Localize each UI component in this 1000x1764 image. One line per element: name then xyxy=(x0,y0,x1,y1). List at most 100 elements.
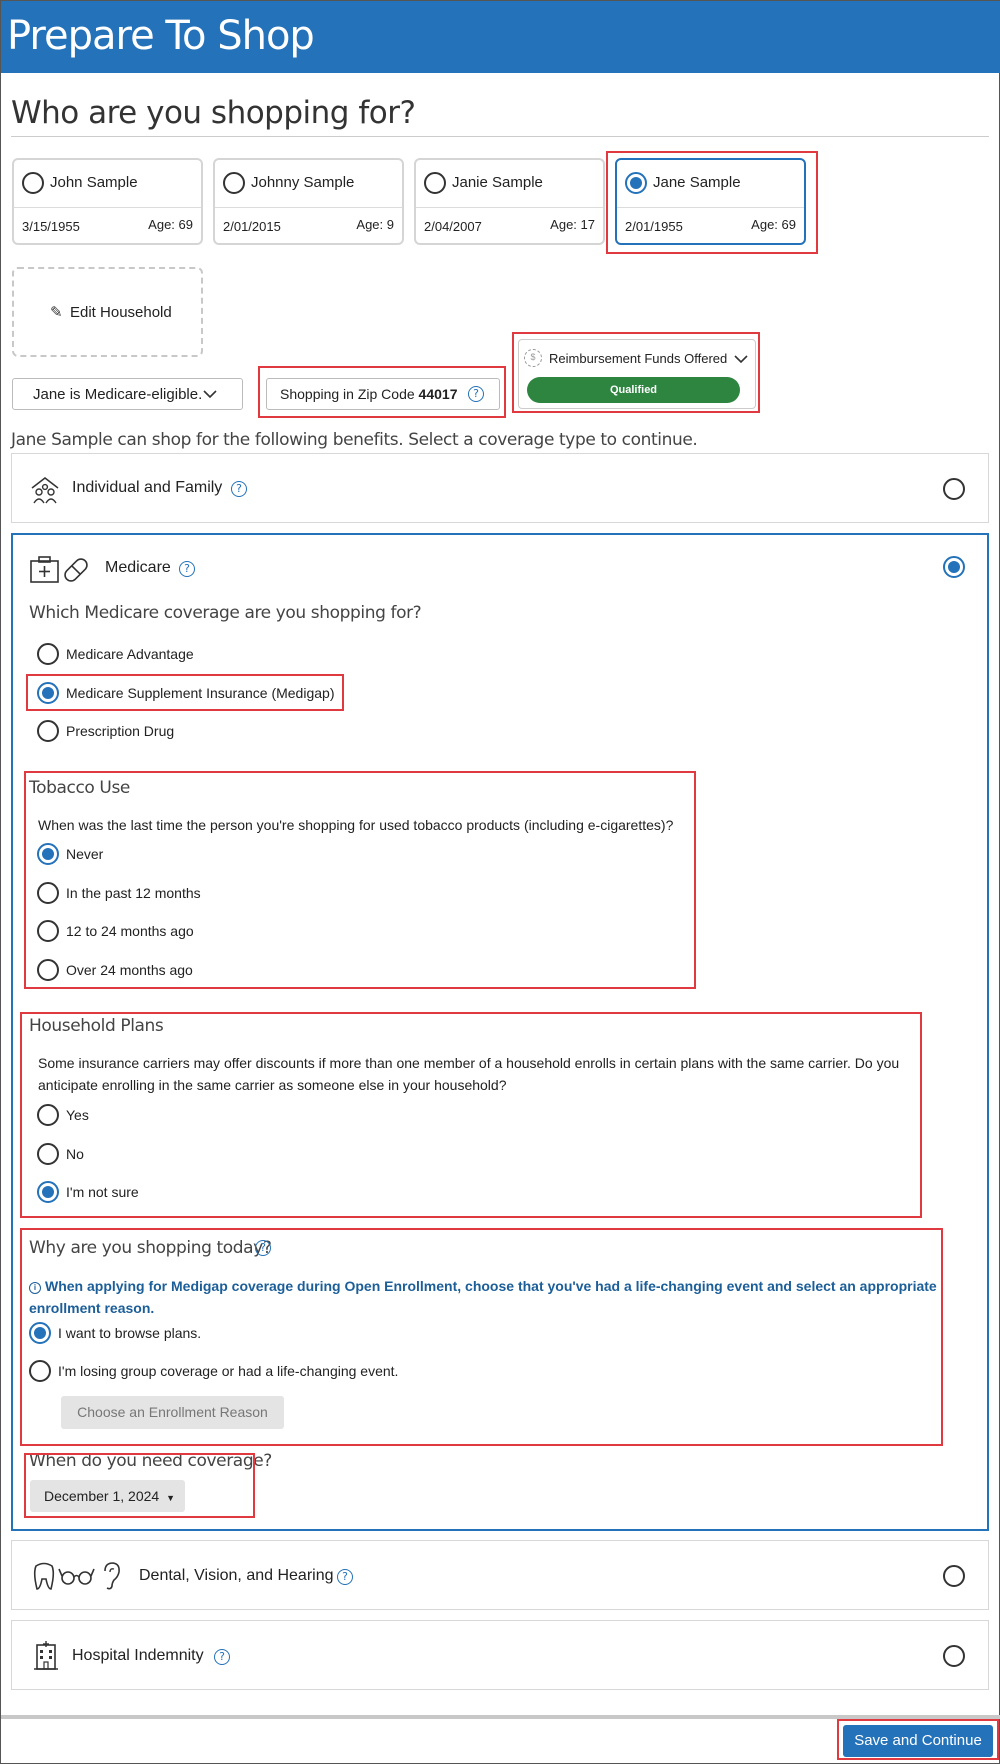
coverage-label: Medicare xyxy=(105,559,171,576)
eligibility-dropdown[interactable]: Jane is Medicare-eligible. xyxy=(12,378,243,410)
person-radio[interactable] xyxy=(424,172,446,194)
household-option-label[interactable]: I'm not sure xyxy=(66,1184,139,1200)
household-option-radio[interactable] xyxy=(37,1181,59,1203)
person-card-jane[interactable]: Jane Sample 2/01/1955 Age: 69 xyxy=(615,158,806,245)
person-card-john[interactable]: John Sample 3/15/1955 Age: 69 xyxy=(12,158,203,245)
person-age: Age: 69 xyxy=(148,217,193,232)
why-option-label[interactable]: I want to browse plans. xyxy=(58,1325,201,1341)
person-radio[interactable] xyxy=(223,172,245,194)
help-icon[interactable]: ? xyxy=(214,1649,230,1665)
page-title: Who are you shopping for? xyxy=(11,95,416,131)
why-option-radio[interactable] xyxy=(29,1322,51,1344)
medicare-option-radio[interactable] xyxy=(37,643,59,665)
reimbursement-dropdown[interactable]: $ Reimbursement Funds Offered Qualified xyxy=(518,339,756,409)
why-option-radio[interactable] xyxy=(29,1360,51,1382)
edit-icon: ✎ xyxy=(50,304,63,321)
info-icon: i xyxy=(29,1282,41,1294)
tooth-glasses-ear-icon xyxy=(33,1562,120,1590)
hospital-building-icon xyxy=(34,1641,58,1670)
dollar-coin-icon: $ xyxy=(524,349,542,367)
coverage-radio[interactable] xyxy=(943,478,965,500)
benefits-intro: Jane Sample can shop for the following b… xyxy=(11,430,698,450)
person-card-janie[interactable]: Janie Sample 2/04/2007 Age: 17 xyxy=(414,158,605,245)
tobacco-option-label[interactable]: Never xyxy=(66,846,103,862)
tobacco-option-radio[interactable] xyxy=(37,882,59,904)
person-radio[interactable] xyxy=(625,172,647,194)
qualified-badge: Qualified xyxy=(527,377,740,403)
tobacco-option-label[interactable]: In the past 12 months xyxy=(66,885,201,901)
coverage-label: Dental, Vision, and Hearing xyxy=(139,1567,334,1584)
coverage-date-value: December 1, 2024 xyxy=(44,1488,160,1504)
coverage-radio[interactable] xyxy=(943,1565,965,1587)
reimbursement-label: Reimbursement Funds Offered xyxy=(549,351,728,366)
household-question: Some insurance carriers may offer discou… xyxy=(38,1055,900,1093)
person-name: Johnny Sample xyxy=(251,174,355,191)
zip-code-value: 44017 xyxy=(418,386,458,402)
coverage-hospital-indemnity[interactable]: Hospital Indemnity ? xyxy=(11,1620,989,1690)
person-name: John Sample xyxy=(50,174,138,191)
tobacco-option-radio[interactable] xyxy=(37,959,59,981)
person-dob: 3/15/1955 xyxy=(22,219,80,234)
person-radio[interactable] xyxy=(22,172,44,194)
save-and-continue-button[interactable]: Save and Continue xyxy=(843,1725,993,1757)
tobacco-option-radio[interactable] xyxy=(37,920,59,942)
household-option-label[interactable]: No xyxy=(66,1146,84,1162)
person-card-header: Johnny Sample xyxy=(215,160,402,208)
household-heading: Household Plans xyxy=(29,1016,164,1036)
zip-label: Shopping in Zip Code 44017 xyxy=(280,386,458,402)
app-header: Prepare To Shop xyxy=(1,1,1000,73)
help-icon[interactable]: ? xyxy=(255,1240,271,1256)
header-title: Prepare To Shop xyxy=(7,13,315,59)
medicare-option-label[interactable]: Prescription Drug xyxy=(66,723,174,739)
coverage-dental-vision-hearing[interactable]: Dental, Vision, and Hearing ? xyxy=(11,1540,989,1610)
person-card-header: John Sample xyxy=(14,160,201,208)
medical-kit-pill-icon xyxy=(30,556,88,583)
medicare-option-label[interactable]: Medicare Advantage xyxy=(66,646,194,662)
household-option-radio[interactable] xyxy=(37,1104,59,1126)
zip-code-button[interactable]: Shopping in Zip Code 44017 ? xyxy=(266,378,500,410)
edit-household-button[interactable]: ✎ Edit Household xyxy=(12,267,203,357)
tobacco-option-label[interactable]: 12 to 24 months ago xyxy=(66,923,194,939)
eligibility-label: Jane is Medicare-eligible. xyxy=(33,386,203,403)
coverage-individual-family[interactable]: Individual and Family ? xyxy=(11,453,989,523)
tobacco-option-radio[interactable] xyxy=(37,843,59,865)
coverage-date-heading: When do you need coverage? xyxy=(29,1451,272,1471)
footer-divider xyxy=(1,1715,1000,1719)
person-dob: 2/01/1955 xyxy=(625,219,683,234)
person-dob: 2/01/2015 xyxy=(223,219,281,234)
coverage-radio[interactable] xyxy=(943,1645,965,1667)
chevron-down-icon xyxy=(734,355,748,364)
person-age: Age: 17 xyxy=(550,217,595,232)
coverage-radio[interactable] xyxy=(943,556,965,578)
why-shopping-heading: Why are you shopping today? xyxy=(29,1238,272,1258)
divider xyxy=(11,136,989,137)
medicare-question: Which Medicare coverage are you shopping… xyxy=(29,603,422,623)
medicare-option-radio[interactable] xyxy=(37,720,59,742)
person-dob: 2/04/2007 xyxy=(424,219,482,234)
help-icon[interactable]: ? xyxy=(231,481,247,497)
help-icon[interactable]: ? xyxy=(468,386,484,402)
help-icon[interactable]: ? xyxy=(179,561,195,577)
household-option-label[interactable]: Yes xyxy=(66,1107,89,1123)
person-age: Age: 9 xyxy=(356,217,394,232)
why-option-label[interactable]: I'm losing group coverage or had a life-… xyxy=(58,1363,398,1379)
chevron-down-icon xyxy=(203,390,217,399)
medicare-option-radio[interactable] xyxy=(37,682,59,704)
family-icon xyxy=(31,477,59,504)
person-card-johnny[interactable]: Johnny Sample 2/01/2015 Age: 9 xyxy=(213,158,404,245)
coverage-label: Hospital Indemnity xyxy=(72,1647,204,1664)
choose-enrollment-reason-button[interactable]: Choose an Enrollment Reason xyxy=(61,1396,284,1429)
person-name: Janie Sample xyxy=(452,174,543,191)
tobacco-heading: Tobacco Use xyxy=(29,778,130,798)
edit-household-label: Edit Household xyxy=(70,304,172,321)
household-option-radio[interactable] xyxy=(37,1143,59,1165)
person-card-header: Jane Sample xyxy=(617,160,804,208)
person-card-header: Janie Sample xyxy=(416,160,603,208)
medicare-option-label[interactable]: Medicare Supplement Insurance (Medigap) xyxy=(66,685,334,701)
coverage-label: Individual and Family xyxy=(72,479,223,496)
tobacco-option-label[interactable]: Over 24 months ago xyxy=(66,962,193,978)
medigap-notice: i When applying for Medigap coverage duri… xyxy=(29,1278,937,1316)
tobacco-question: When was the last time the person you're… xyxy=(38,817,674,833)
help-icon[interactable]: ? xyxy=(337,1569,353,1585)
coverage-date-dropdown[interactable]: December 1, 2024 ▼ xyxy=(30,1480,185,1512)
